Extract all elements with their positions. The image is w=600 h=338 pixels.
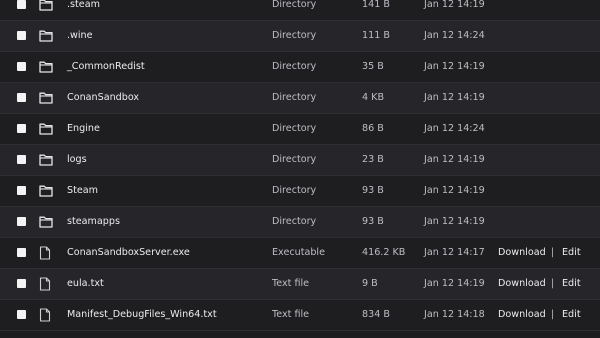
file-name-link[interactable]: eula.txt: [67, 269, 104, 299]
table-row[interactable]: steamapps Directory 93 B Jan 12 14:19: [0, 207, 600, 238]
file-type: Text file: [272, 309, 310, 320]
file-name-link[interactable]: Manifest_DebugFiles_Win64.txt: [67, 300, 217, 330]
file-name-link[interactable]: logs: [67, 145, 87, 175]
row-checkbox[interactable]: [17, 217, 26, 226]
file-modified-date: Jan 12 14:17: [424, 247, 485, 258]
file-type: Directory: [272, 154, 317, 165]
file-size: 93 B: [362, 216, 384, 227]
file-size: 4 KB: [362, 92, 385, 103]
table-row[interactable]: .steam Directory 141 B Jan 12 14:19: [0, 0, 600, 21]
row-checkbox[interactable]: [17, 62, 26, 71]
file-name-link[interactable]: ConanSandboxServer.exe: [67, 238, 190, 268]
file-modified-date: Jan 12 14:18: [424, 309, 485, 320]
file-table: .steam Directory 141 B Jan 12 14:19 .wine Dir…: [0, 0, 600, 331]
row-checkbox[interactable]: [17, 155, 26, 164]
row-checkbox[interactable]: [17, 248, 26, 257]
edit-link[interactable]: Edit: [562, 238, 581, 268]
file-type: Directory: [272, 0, 317, 10]
table-row[interactable]: eula.txt Text file 9 B Jan 12 14:19 Download…: [0, 269, 600, 300]
file-modified-date: Jan 12 14:19: [424, 0, 485, 10]
file-name-link[interactable]: _CommonRedist: [67, 52, 145, 82]
folder-icon: [39, 184, 53, 197]
file-type: Directory: [272, 30, 317, 41]
table-row[interactable]: Engine Directory 86 B Jan 12 14:24: [0, 114, 600, 145]
row-checkbox[interactable]: [17, 186, 26, 195]
folder-icon: [39, 0, 53, 11]
folder-icon: [39, 122, 53, 135]
file-type: Directory: [272, 185, 317, 196]
row-checkbox[interactable]: [17, 310, 26, 319]
table-row[interactable]: .wine Directory 111 B Jan 12 14:24: [0, 21, 600, 52]
file-type: Directory: [272, 92, 317, 103]
file-type: Directory: [272, 61, 317, 72]
file-name-link[interactable]: .steam: [67, 0, 100, 20]
file-size: 416.2 KB: [362, 247, 406, 258]
file-name-link[interactable]: Engine: [67, 114, 100, 144]
folder-icon: [39, 215, 53, 228]
download-link[interactable]: Download: [498, 269, 546, 299]
file-size: 9 B: [362, 278, 378, 289]
table-row[interactable]: ConanSandbox Directory 4 KB Jan 12 14:19: [0, 83, 600, 114]
table-row[interactable]: Manifest_DebugFiles_Win64.txt Text file 83…: [0, 300, 600, 331]
file-type: Directory: [272, 123, 317, 134]
row-checkbox[interactable]: [17, 279, 26, 288]
row-checkbox[interactable]: [17, 31, 26, 40]
file-modified-date: Jan 12 14:19: [424, 92, 485, 103]
file-size: 141 B: [362, 0, 390, 10]
row-checkbox[interactable]: [17, 93, 26, 102]
edit-link[interactable]: Edit: [562, 300, 581, 330]
row-checkbox[interactable]: [17, 0, 26, 9]
file-type: Executable: [272, 247, 325, 258]
folder-icon: [39, 153, 53, 166]
file-modified-date: Jan 12 14:19: [424, 185, 485, 196]
file-icon: [39, 308, 51, 322]
file-size: 111 B: [362, 30, 390, 41]
file-modified-date: Jan 12 14:19: [424, 216, 485, 227]
row-checkbox[interactable]: [17, 124, 26, 133]
table-row[interactable]: ConanSandboxServer.exe Executable 416.2 KB…: [0, 238, 600, 269]
download-link[interactable]: Download: [498, 300, 546, 330]
action-separator: |: [551, 247, 555, 258]
folder-icon: [39, 60, 53, 73]
file-icon: [39, 246, 51, 260]
table-row[interactable]: Steam Directory 93 B Jan 12 14:19: [0, 176, 600, 207]
download-link[interactable]: Download: [498, 238, 546, 268]
file-name-link[interactable]: Steam: [67, 176, 98, 206]
file-size: 23 B: [362, 154, 384, 165]
file-modified-date: Jan 12 14:19: [424, 154, 485, 165]
folder-icon: [39, 29, 53, 42]
file-type: Directory: [272, 216, 317, 227]
action-separator: |: [551, 278, 555, 289]
file-name-link[interactable]: ConanSandbox: [67, 83, 139, 113]
file-type: Text file: [272, 278, 310, 289]
table-row[interactable]: _CommonRedist Directory 35 B Jan 12 14:19: [0, 52, 600, 83]
file-name-link[interactable]: steamapps: [67, 207, 120, 237]
file-size: 86 B: [362, 123, 384, 134]
file-modified-date: Jan 12 14:24: [424, 123, 485, 134]
file-modified-date: Jan 12 14:19: [424, 61, 485, 72]
file-icon: [39, 277, 51, 291]
file-modified-date: Jan 12 14:19: [424, 278, 485, 289]
file-size: 93 B: [362, 185, 384, 196]
folder-icon: [39, 91, 53, 104]
file-modified-date: Jan 12 14:24: [424, 30, 485, 41]
file-size: 35 B: [362, 61, 384, 72]
action-separator: |: [551, 309, 555, 320]
table-row[interactable]: logs Directory 23 B Jan 12 14:19: [0, 145, 600, 176]
edit-link[interactable]: Edit: [562, 269, 581, 299]
file-name-link[interactable]: .wine: [67, 21, 93, 51]
file-size: 834 B: [362, 309, 390, 320]
